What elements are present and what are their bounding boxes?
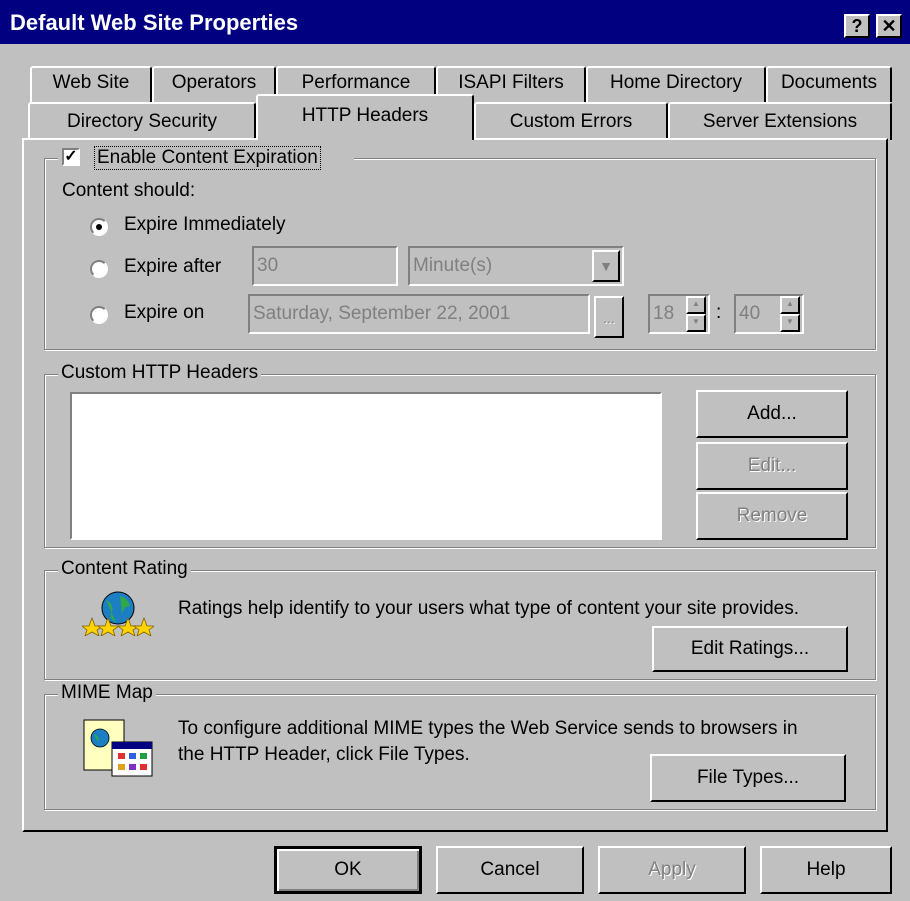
tab-home-directory[interactable]: Home Directory: [586, 66, 766, 102]
apply-button[interactable]: Apply: [598, 846, 746, 894]
spin-up-icon[interactable]: ▲: [686, 296, 706, 314]
add-header-button[interactable]: Add...: [696, 390, 848, 438]
expire-date-input[interactable]: Saturday, September 22, 2001: [248, 294, 590, 334]
edit-ratings-button[interactable]: Edit Ratings...: [652, 626, 848, 672]
time-separator: :: [716, 302, 722, 323]
window-title: Default Web Site Properties: [10, 10, 299, 35]
title-bar[interactable]: Default Web Site Properties ? ✕: [0, 0, 910, 44]
help-button[interactable]: ?: [844, 14, 870, 38]
enable-expiration-label: Enable Content Expiration: [94, 146, 321, 170]
ok-button[interactable]: OK: [274, 846, 422, 894]
chevron-down-icon[interactable]: ▼: [592, 250, 620, 282]
expire-immediately-label: Expire Immediately: [124, 214, 286, 235]
radio-expire-after[interactable]: [90, 260, 108, 278]
headers-listbox[interactable]: [70, 392, 662, 540]
expire-after-input[interactable]: 30: [252, 246, 398, 286]
content-rating-label: Content Rating: [58, 558, 191, 580]
tab-custom-errors[interactable]: Custom Errors: [474, 102, 668, 140]
spin-up-icon[interactable]: ▲: [780, 296, 800, 314]
content-rating-text: Ratings help identify to your users what…: [178, 598, 799, 619]
file-types-button[interactable]: File Types...: [650, 754, 846, 802]
tab-directory-security[interactable]: Directory Security: [28, 102, 256, 140]
tab-documents[interactable]: Documents: [766, 66, 892, 102]
tab-web-site[interactable]: Web Site: [30, 66, 152, 102]
minute-spinner[interactable]: ▲ ▼: [780, 296, 800, 332]
remove-header-button[interactable]: Remove: [696, 492, 848, 540]
edit-header-button[interactable]: Edit...: [696, 442, 848, 490]
hour-spinner[interactable]: ▲ ▼: [686, 296, 706, 332]
spin-down-icon[interactable]: ▼: [686, 314, 706, 332]
content-should-label: Content should:: [62, 180, 196, 201]
tab-http-headers[interactable]: HTTP Headers: [256, 94, 474, 140]
custom-headers-label: Custom HTTP Headers: [58, 362, 262, 384]
close-button[interactable]: ✕: [876, 14, 902, 38]
tab-server-extensions[interactable]: Server Extensions: [668, 102, 892, 140]
help-footer-button[interactable]: Help: [760, 846, 892, 894]
expire-minute-value: 40: [739, 303, 761, 324]
mime-map-label: MIME Map: [58, 682, 156, 704]
expire-after-unit-value: Minute(s): [413, 255, 493, 276]
globe-stars-icon: [82, 591, 154, 636]
expire-after-label: Expire after: [124, 256, 222, 277]
expire-on-label: Expire on: [124, 302, 205, 323]
enable-expiration-checkbox[interactable]: ✓: [62, 148, 80, 166]
properties-window: Default Web Site Properties ? ✕ Web Site…: [0, 0, 910, 901]
window-grid-icon: [83, 719, 153, 777]
radio-expire-on[interactable]: [90, 306, 108, 324]
spin-down-icon[interactable]: ▼: [780, 314, 800, 332]
cancel-button[interactable]: Cancel: [436, 846, 584, 894]
date-picker-button[interactable]: ...: [594, 296, 624, 338]
expire-hour-value: 18: [653, 303, 675, 324]
radio-expire-immediately[interactable]: [90, 218, 108, 236]
